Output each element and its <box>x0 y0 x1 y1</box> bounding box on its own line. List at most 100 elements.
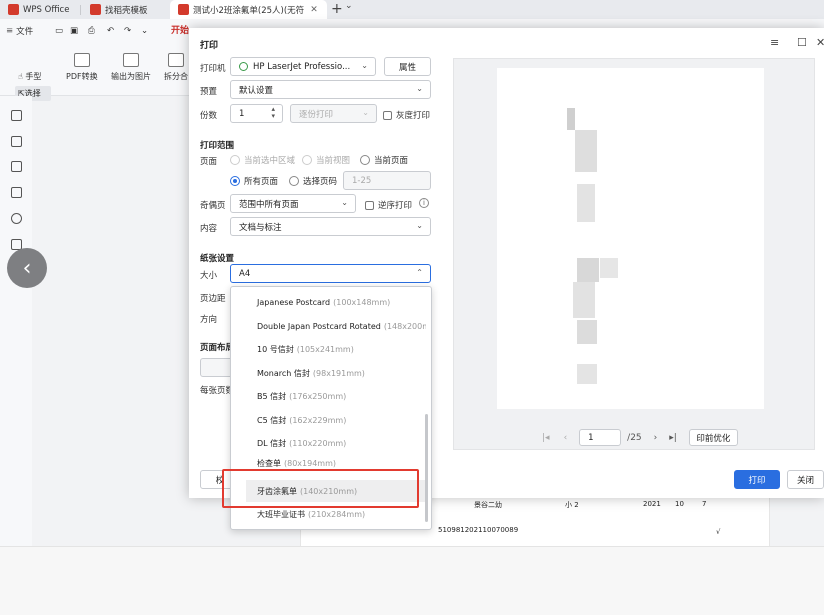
add-tab-icon[interactable]: + <box>331 1 343 17</box>
chevron-down-icon: ⌄ <box>361 61 368 70</box>
wps-logo-icon <box>8 4 19 15</box>
tab-bar: WPS Office 找稻壳模板 测试小2班涂氟单(25人)(无符 ✕ + ⌄ <box>0 0 824 19</box>
printer-select[interactable]: HP LaserJet Professio... ⌄ <box>230 57 376 76</box>
hand-tool[interactable]: ☝ 手型 <box>18 71 41 82</box>
doc-school: 景谷二幼 <box>474 501 502 509</box>
maximize-icon[interactable]: ☐ <box>797 36 807 49</box>
paper-option[interactable]: 10 号信封 (105x241mm) <box>231 338 426 360</box>
doc-n1: 10 <box>675 500 684 508</box>
menu-icon: ≡ <box>6 26 14 36</box>
per-sheet-label: 每张页数 <box>200 386 235 396</box>
tab-start[interactable]: 开始 <box>171 23 189 36</box>
bookmark-icon[interactable] <box>11 136 22 147</box>
menu-icon[interactable]: ≡ <box>770 36 779 49</box>
back-button[interactable]: ‹ <box>7 248 47 288</box>
info-icon[interactable]: i <box>419 198 429 208</box>
document-bottom-area <box>0 546 824 615</box>
prev-page-icon[interactable]: ‹ <box>564 433 568 443</box>
dropdown-scrollbar[interactable] <box>425 414 428 522</box>
last-page-icon[interactable]: ▸| <box>669 433 677 443</box>
paper-option[interactable]: C5 信封 (162x229mm) <box>231 409 426 431</box>
split-merge-button[interactable]: 拆分合 <box>164 53 188 82</box>
paper-size-select[interactable]: A4 ⌃ <box>230 264 431 283</box>
split-icon <box>168 53 184 67</box>
range-section-title: 打印范围 <box>200 141 235 151</box>
paper-option[interactable]: B5 信封 (176x250mm) <box>231 385 426 407</box>
tab-document[interactable]: 测试小2班涂氟单(25人)(无符 ✕ <box>170 0 327 19</box>
range-option-current-page[interactable]: 当前页面 <box>360 154 408 166</box>
grayscale-checkbox[interactable]: 灰度打印 <box>383 109 430 121</box>
preview-sheet <box>497 68 764 409</box>
paper-section-title: 纸张设置 <box>200 254 235 264</box>
doc-check: √ <box>716 528 721 536</box>
total-pages: /25 <box>627 432 642 443</box>
doc-n2: 7 <box>702 500 707 508</box>
content-select[interactable]: 文档与标注 ⌄ <box>230 217 431 236</box>
paper-option[interactable]: Double Japan Postcard Rotated(148x200mm) <box>231 315 426 337</box>
doc-class: 小 2 <box>565 501 579 509</box>
undo-icon[interactable]: ↶ <box>107 23 114 39</box>
comment-icon[interactable] <box>11 187 22 198</box>
printer-status-icon <box>239 62 248 71</box>
tab-wps-office[interactable]: WPS Office <box>0 0 76 19</box>
open-icon[interactable]: ▭ <box>55 23 63 39</box>
range-option-all-pages[interactable]: 所有页面 <box>230 175 278 187</box>
paper-option[interactable]: DL 信封 (110x220mm) <box>231 432 426 454</box>
chevron-down-icon: ⌄ <box>416 84 423 93</box>
range-option-select-pages[interactable]: 选择页码 <box>289 175 337 187</box>
paper-option[interactable]: Japanese Postcard (100x148mm) <box>231 291 426 313</box>
chevron-down-icon: ⌄ <box>341 198 348 207</box>
page-number-input[interactable]: 1 <box>579 429 622 446</box>
paper-option[interactable]: Monarch 信封 (98x191mm) <box>231 362 426 384</box>
odd-even-label: 奇偶页 <box>200 201 226 211</box>
file-menu[interactable]: ≡ 文件 <box>6 23 33 39</box>
reverse-order-checkbox[interactable]: 逆序打印 <box>365 199 412 211</box>
paper-option[interactable]: 检查单 (80x194mm) <box>231 456 426 470</box>
print-button[interactable]: 打印 <box>734 470 780 489</box>
properties-button[interactable]: 属性 <box>384 57 431 76</box>
more-icon[interactable]: ⌄ <box>141 23 148 39</box>
page-numbers-input[interactable]: 1-25 <box>343 171 431 190</box>
size-label: 大小 <box>200 271 218 281</box>
save-icon[interactable]: ▣ <box>70 23 78 39</box>
content-label: 内容 <box>200 224 218 234</box>
pages-label: 页面 <box>200 157 218 167</box>
doc-year: 2021 <box>643 500 661 508</box>
orientation-label: 方向 <box>200 315 218 325</box>
margin-label: 页边距 <box>200 294 226 304</box>
close-button[interactable]: 关闭 <box>787 470 824 489</box>
image-icon <box>123 53 139 67</box>
first-page-icon[interactable]: |◂ <box>542 433 550 443</box>
stepper-arrows-icon[interactable]: ▴ ▾ <box>271 106 275 120</box>
chevron-down-icon[interactable]: ⌄ <box>345 1 353 11</box>
thumbnail-icon[interactable] <box>11 161 22 172</box>
doc-id: 510981202110070089 <box>438 526 519 534</box>
chevron-down-icon: ⌄ <box>362 108 369 117</box>
print-preview: |◂ ‹ 1 /25 › ▸| 印前优化 <box>453 58 815 450</box>
pdf-convert-button[interactable]: PDF转换 <box>66 53 98 82</box>
optimize-button[interactable]: 印前优化 <box>688 429 738 446</box>
pdf-logo-icon <box>178 4 189 15</box>
chevron-down-icon: ⌄ <box>416 221 423 230</box>
pdf-convert-icon <box>73 53 90 67</box>
next-page-icon[interactable]: › <box>654 433 658 443</box>
copies-stepper[interactable]: 1 ▴ ▾ <box>230 104 283 123</box>
odd-even-select[interactable]: 范围中所有页面 ⌄ <box>230 194 356 213</box>
export-image-button[interactable]: 输出为图片 <box>111 53 151 82</box>
redo-icon[interactable]: ↷ <box>124 23 131 39</box>
close-icon[interactable]: ✕ <box>816 36 824 49</box>
print-icon[interactable]: ⎙ <box>88 23 95 39</box>
range-option-selection[interactable]: 当前选中区域 <box>230 154 295 166</box>
preset-select[interactable]: 默认设置 ⌄ <box>230 80 431 99</box>
collate-select[interactable]: 逐份打印 ⌄ <box>290 104 377 123</box>
close-tab-icon[interactable]: ✕ <box>310 5 318 15</box>
range-option-current-view[interactable]: 当前视图 <box>302 154 350 166</box>
outline-icon[interactable] <box>11 110 22 121</box>
highlight-annotation <box>222 469 419 508</box>
copies-label: 份数 <box>200 111 218 121</box>
attachment-icon[interactable] <box>11 213 22 224</box>
preview-pager: |◂ ‹ 1 /25 › ▸| 印前优化 <box>542 429 738 446</box>
layout-section-title: 页面布局 <box>200 343 235 353</box>
tab-template[interactable]: 找稻壳模板 <box>82 0 167 19</box>
chevron-left-icon: ‹ <box>22 255 32 281</box>
